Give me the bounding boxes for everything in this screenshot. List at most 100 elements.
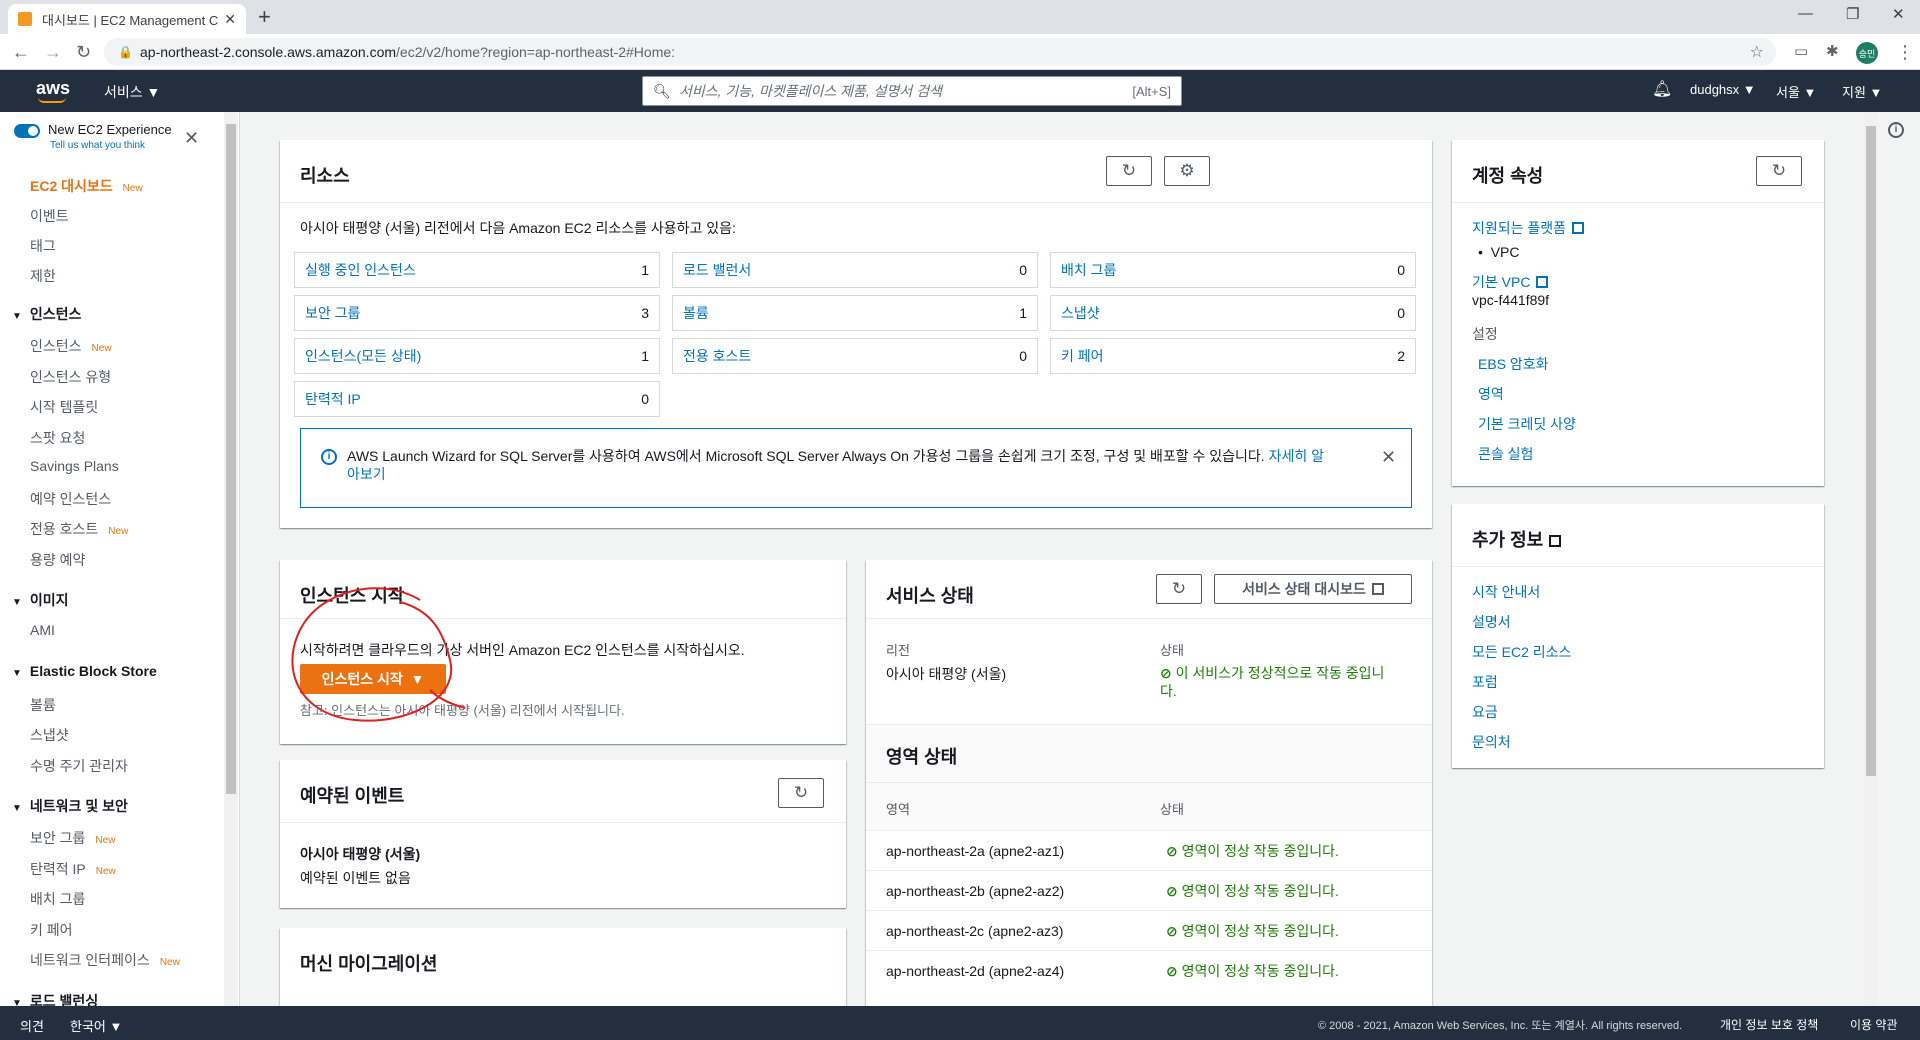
sidebar-section-header[interactable]: ▼ Elastic Block Store: [12, 663, 157, 679]
resource-tile[interactable]: 키 페어 2: [1050, 338, 1416, 374]
resource-link: 로드 밸런서: [683, 262, 752, 278]
resource-tile[interactable]: 로드 밸런서 0: [672, 252, 1038, 288]
resource-link: 볼륨: [683, 305, 709, 321]
global-search-input[interactable]: 🔍︎ 서비스, 기능, 마켓플레이스 제품, 설명서 검색 [Alt+S]: [642, 76, 1182, 106]
sidebar-section-header[interactable]: ▼ 인스턴스: [12, 304, 81, 324]
sidebar-item[interactable]: 전용 호스트 New: [30, 519, 128, 539]
browser-tab[interactable]: 대시보드 | EC2 Management Co ✕: [8, 4, 246, 34]
support-menu[interactable]: 지원 ▼: [1842, 82, 1882, 101]
default-vpc-link[interactable]: 기본 VPC: [1472, 272, 1549, 292]
console-footer: 의견 한국어 ▼ © 2008 - 2021, Amazon Web Servi…: [0, 1006, 1920, 1040]
account-menu[interactable]: dudghsx ▼: [1690, 82, 1756, 97]
profile-avatar[interactable]: 승민: [1856, 42, 1878, 64]
notifications-bell-icon[interactable]: 🔔︎: [1652, 79, 1672, 99]
sidebar-item[interactable]: Savings Plans: [30, 458, 119, 474]
sidebar-section-header[interactable]: ▼ 네트워크 및 보안: [12, 796, 128, 816]
sidebar-scrollbar[interactable]: [224, 112, 238, 1006]
cast-icon[interactable]: ▭: [1794, 42, 1808, 60]
refresh-icon[interactable]: ↻: [1756, 156, 1802, 186]
sidebar-item[interactable]: 이벤트: [30, 206, 69, 226]
back-icon[interactable]: ←: [12, 42, 30, 63]
sidebar-item[interactable]: 탄력적 IP New: [30, 859, 116, 879]
account-setting-link[interactable]: 콘솔 실험: [1478, 444, 1533, 464]
account-setting-link[interactable]: 기본 크레딧 사양: [1478, 414, 1576, 434]
account-setting-link[interactable]: 영역: [1478, 384, 1504, 404]
region-menu[interactable]: 서울 ▼: [1776, 82, 1816, 101]
aws-logo[interactable]: aws: [36, 78, 70, 103]
sidebar-item[interactable]: 수명 주기 관리자: [30, 756, 128, 776]
sidebar-item-label: 볼륨: [30, 696, 56, 713]
language-select[interactable]: 한국어 ▼: [70, 1016, 122, 1035]
bookmark-star-icon[interactable]: ☆: [1750, 42, 1764, 62]
terms-link[interactable]: 이용 약관: [1850, 1016, 1898, 1033]
sidebar-item[interactable]: 스팟 요청: [30, 428, 85, 448]
reload-icon[interactable]: ↻: [76, 42, 91, 63]
sidebar-item-label: 스냅샷: [30, 727, 69, 743]
close-window-icon[interactable]: ✕: [1892, 5, 1905, 23]
url-field[interactable]: 🔒 ap-northeast-2.console.aws.amazon.com /…: [104, 38, 1776, 66]
restore-icon[interactable]: ❐: [1846, 5, 1859, 23]
supported-platforms-link[interactable]: 지원되는 플랫폼: [1472, 218, 1585, 238]
more-info-link[interactable]: 모든 EC2 리소스: [1472, 642, 1571, 662]
more-info-link[interactable]: 시작 안내서: [1472, 582, 1540, 602]
resource-count: 1: [1019, 305, 1027, 321]
services-menu[interactable]: 서비스 ▼: [104, 82, 160, 102]
resource-tile[interactable]: 배치 그룹 0: [1050, 252, 1416, 288]
privacy-link[interactable]: 개인 정보 보호 정책: [1720, 1016, 1818, 1033]
more-info-link[interactable]: 포럼: [1472, 672, 1498, 692]
account-setting-link[interactable]: EBS 암호화: [1478, 354, 1549, 374]
refresh-icon[interactable]: ↻: [1106, 156, 1152, 186]
new-experience-toggle[interactable]: [14, 124, 40, 138]
sidebar-item[interactable]: 스냅샷: [30, 725, 69, 745]
resource-tile[interactable]: 탄력적 IP 0: [294, 381, 660, 417]
minimize-icon[interactable]: —: [1798, 5, 1813, 22]
sidebar-item[interactable]: 태그: [30, 236, 56, 256]
resource-tile[interactable]: 보안 그룹 3: [294, 295, 660, 331]
main-scrollbar[interactable]: [1864, 112, 1878, 1006]
refresh-icon[interactable]: ↻: [1156, 574, 1202, 604]
resource-tile[interactable]: 인스턴스(모든 상태) 1: [294, 338, 660, 374]
feedback-link[interactable]: 의견: [20, 1016, 44, 1035]
zone-status: ⊘ 영역이 정상 작동 중입니다.: [1166, 841, 1339, 861]
learn-more-link[interactable]: 자세히 알: [1269, 448, 1324, 464]
sidebar-item[interactable]: 인스턴스 유형: [30, 367, 111, 387]
sidebar-item[interactable]: 키 페어: [30, 920, 73, 940]
new-tab-icon[interactable]: +: [258, 4, 271, 30]
sidebar-item[interactable]: 인스턴스 New: [30, 336, 112, 356]
settings-gear-icon[interactable]: ⚙: [1164, 156, 1210, 186]
sidebar-item[interactable]: 배치 그룹: [30, 889, 85, 909]
sidebar-item[interactable]: EC2 대시보드 New: [30, 176, 143, 196]
forward-icon[interactable]: →: [44, 42, 62, 63]
resource-link: 보안 그룹: [305, 305, 361, 321]
dismiss-alert-icon[interactable]: ✕: [1381, 447, 1396, 468]
learn-more-link-cont[interactable]: 아보기: [347, 466, 386, 482]
refresh-icon[interactable]: ↻: [778, 778, 824, 808]
sidebar-item[interactable]: 네트워크 인터페이스 New: [30, 950, 180, 970]
resource-tile[interactable]: 전용 호스트 0: [672, 338, 1038, 374]
aws-top-nav: aws 서비스 ▼ 🔍︎ 서비스, 기능, 마켓플레이스 제품, 설명서 검색 …: [0, 70, 1920, 112]
service-health-dashboard-button[interactable]: 서비스 상태 대시보드: [1214, 574, 1412, 604]
sidebar-item[interactable]: 예약 인스턴스: [30, 489, 111, 509]
sidebar-section-header[interactable]: ▼ 이미지: [12, 590, 69, 610]
more-info-link[interactable]: 설명서: [1472, 612, 1511, 632]
sidebar-section-header[interactable]: ▼ 로드 밸런싱: [12, 991, 98, 1007]
sidebar-section-title: 이미지: [29, 592, 69, 608]
annotation-scribble: [291, 587, 466, 722]
help-info-icon[interactable]: i: [1888, 122, 1904, 138]
extensions-icon[interactable]: ✱: [1826, 42, 1839, 60]
sidebar-item[interactable]: 용량 예약: [30, 550, 85, 570]
resource-tile[interactable]: 실행 중인 인스턴스 1: [294, 252, 660, 288]
sidebar-item[interactable]: AMI: [30, 622, 55, 638]
close-tab-icon[interactable]: ✕: [224, 11, 236, 28]
sidebar-item[interactable]: 시작 템플릿: [30, 397, 98, 417]
browser-menu-icon[interactable]: ⋮: [1896, 42, 1914, 63]
more-info-link[interactable]: 요금: [1472, 702, 1498, 722]
close-icon[interactable]: ✕: [184, 128, 199, 149]
sidebar-item[interactable]: 제한: [30, 266, 56, 286]
feedback-link[interactable]: Tell us what you think: [50, 140, 145, 151]
resource-tile[interactable]: 볼륨 1: [672, 295, 1038, 331]
resource-tile[interactable]: 스냅샷 0: [1050, 295, 1416, 331]
more-info-link[interactable]: 문의처: [1472, 732, 1511, 752]
sidebar-item[interactable]: 볼륨: [30, 695, 56, 715]
sidebar-item[interactable]: 보안 그룹 New: [30, 828, 115, 848]
